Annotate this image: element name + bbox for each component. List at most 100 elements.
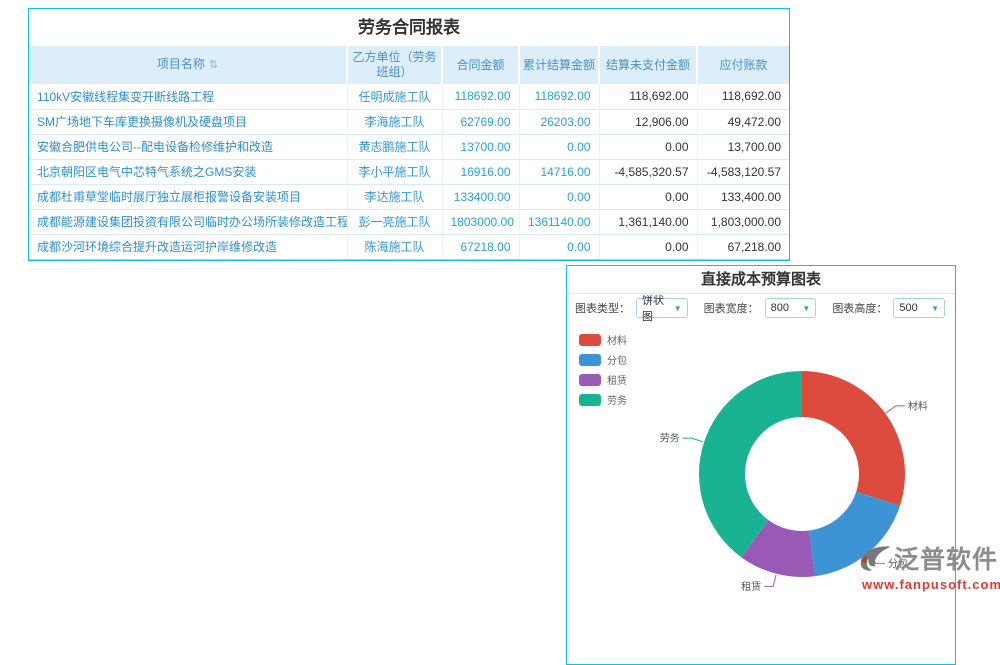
cell-project[interactable]: 安徽合肥供电公司--配电设备检修维护和改造: [29, 134, 347, 159]
chart-panel-title: 直接成本预算图表: [567, 266, 955, 294]
cell-settled: 0.00: [519, 234, 599, 259]
slice-label-劳务: 劳务: [660, 432, 680, 445]
direct-cost-budget-chart-panel: 直接成本预算图表 图表类型： 饼状图 ▼ 图表宽度： 800 ▼ 图表高度： 5…: [566, 265, 956, 665]
column-header-unit: 乙方单位（劳务班组）: [347, 46, 442, 84]
table-row: 成都能源建设集团投资有限公司临时办公场所装修改造工程EPC彭一亮施工队18030…: [29, 209, 789, 234]
label-line: [764, 575, 776, 587]
cell-contract: 1803000.00: [442, 209, 519, 234]
slice-label-材料: 材料: [908, 399, 928, 412]
fanpu-logo-icon: [856, 543, 894, 573]
cell-project[interactable]: 北京朝阳区电气中芯特气系统之GMS安装: [29, 159, 347, 184]
cell-payable: 13,700.00: [697, 134, 789, 159]
report-table: 项目名称 ⇅ 乙方单位（劳务班组） 合同金额 累计结算金额 结算未支付金额 应付账…: [29, 46, 789, 260]
cell-contract: 13700.00: [442, 134, 519, 159]
cell-settled: 0.00: [519, 184, 599, 209]
table-header-row: 项目名称 ⇅ 乙方单位（劳务班组） 合同金额 累计结算金额 结算未支付金额 应付账…: [29, 46, 789, 84]
watermark-url[interactable]: www.fanpusoft.com: [856, 577, 1000, 592]
chart-legend: 材料分包租赁劳务: [579, 332, 627, 412]
table-row: 安徽合肥供电公司--配电设备检修维护和改造黄志鹏施工队13700.000.000…: [29, 134, 789, 159]
cell-contract: 62769.00: [442, 109, 519, 134]
vendor-watermark: 泛普软件 www.fanpusoft.com: [856, 540, 1000, 592]
cell-settled: 0.00: [519, 134, 599, 159]
cell-unit: 李海施工队: [347, 109, 442, 134]
legend-label: 租赁: [607, 372, 627, 387]
cell-unit: 任明成施工队: [347, 84, 442, 109]
label-line: [886, 406, 905, 413]
label-line: [683, 438, 703, 442]
legend-swatch: [579, 354, 601, 366]
cell-payable: 67,218.00: [697, 234, 789, 259]
chart-height-select[interactable]: 500 ▼: [893, 298, 945, 318]
column-header-contract-amount: 合同金额: [442, 46, 519, 84]
cell-unpaid: 0.00: [599, 184, 697, 209]
cell-settled: 118692.00: [519, 84, 599, 109]
table-row: 110kV安徽线程集变开断线路工程任明成施工队118692.00118692.0…: [29, 84, 789, 109]
legend-item-分包[interactable]: 分包: [579, 352, 627, 367]
column-header-project[interactable]: 项目名称 ⇅: [29, 46, 347, 84]
column-header-settled-amount: 累计结算金额: [519, 46, 599, 84]
cell-unit: 彭一亮施工队: [347, 209, 442, 234]
cell-project[interactable]: 成都杜甫草堂临时展厅独立展柜报警设备安装项目: [29, 184, 347, 209]
chart-height-label: 图表高度：: [832, 300, 887, 316]
cell-project[interactable]: 成都能源建设集团投资有限公司临时办公场所装修改造工程EPC: [29, 209, 347, 234]
chart-width-select[interactable]: 800 ▼: [765, 298, 817, 318]
legend-label: 分包: [607, 352, 627, 367]
cell-payable: -4,583,120.57: [697, 159, 789, 184]
cell-payable: 1,803,000.00: [697, 209, 789, 234]
chart-type-select[interactable]: 饼状图 ▼: [636, 298, 688, 318]
cell-project[interactable]: 成都沙河环境综合提升改造运河护岸维修改造: [29, 234, 347, 259]
legend-item-材料[interactable]: 材料: [579, 332, 627, 347]
cell-unpaid: -4,585,320.57: [599, 159, 697, 184]
report-title: 劳务合同报表: [29, 9, 789, 46]
cell-project[interactable]: SM广场地下车库更换摄像机及硬盘项目: [29, 109, 347, 134]
chevron-down-icon: ▼: [931, 304, 939, 313]
pie-slice-材料[interactable]: [802, 371, 905, 506]
column-header-unpaid-amount: 结算未支付金额: [599, 46, 697, 84]
cell-contract: 16916.00: [442, 159, 519, 184]
cell-unpaid: 1,361,140.00: [599, 209, 697, 234]
cell-settled: 14716.00: [519, 159, 599, 184]
cell-unit: 黄志鹏施工队: [347, 134, 442, 159]
chart-type-value: 饼状图: [642, 292, 674, 324]
cell-unit: 陈海施工队: [347, 234, 442, 259]
legend-item-租赁[interactable]: 租赁: [579, 372, 627, 387]
legend-label: 劳务: [607, 392, 627, 407]
cell-settled: 1361140.00: [519, 209, 599, 234]
cell-contract: 118692.00: [442, 84, 519, 109]
legend-swatch: [579, 394, 601, 406]
cell-unit: 李达施工队: [347, 184, 442, 209]
cell-unpaid: 0.00: [599, 134, 697, 159]
cell-payable: 49,472.00: [697, 109, 789, 134]
cell-contract: 67218.00: [442, 234, 519, 259]
chart-width-value: 800: [771, 302, 789, 314]
cell-project[interactable]: 110kV安徽线程集变开断线路工程: [29, 84, 347, 109]
column-header-project-label: 项目名称: [157, 57, 205, 71]
chart-controls: 图表类型： 饼状图 ▼ 图表宽度： 800 ▼ 图表高度： 500 ▼: [567, 294, 955, 322]
cell-settled: 26203.00: [519, 109, 599, 134]
table-row: 成都沙河环境综合提升改造运河护岸维修改造陈海施工队67218.000.000.0…: [29, 234, 789, 259]
table-row: 成都杜甫草堂临时展厅独立展柜报警设备安装项目李达施工队133400.000.00…: [29, 184, 789, 209]
table-row: 北京朝阳区电气中芯特气系统之GMS安装李小平施工队16916.0014716.0…: [29, 159, 789, 184]
cell-contract: 133400.00: [442, 184, 519, 209]
cell-unit: 李小平施工队: [347, 159, 442, 184]
cell-unpaid: 12,906.00: [599, 109, 697, 134]
chevron-down-icon: ▼: [674, 304, 682, 313]
legend-item-劳务[interactable]: 劳务: [579, 392, 627, 407]
labor-contract-report-panel: 劳务合同报表 项目名称 ⇅ 乙方单位（劳务班组） 合同金额 累计结算金额 结算未支…: [28, 8, 790, 261]
cell-payable: 118,692.00: [697, 84, 789, 109]
chart-height-value: 500: [899, 302, 917, 314]
legend-swatch: [579, 334, 601, 346]
legend-swatch: [579, 374, 601, 386]
chart-type-label: 图表类型：: [575, 300, 630, 316]
slice-label-租赁: 租赁: [741, 580, 761, 593]
chevron-down-icon: ▼: [802, 304, 810, 313]
cell-unpaid: 0.00: [599, 234, 697, 259]
cell-unpaid: 118,692.00: [599, 84, 697, 109]
cell-payable: 133,400.00: [697, 184, 789, 209]
chart-width-label: 图表宽度：: [704, 300, 759, 316]
column-header-payable: 应付账款: [697, 46, 789, 84]
sort-icon[interactable]: ⇅: [209, 59, 218, 71]
legend-label: 材料: [607, 332, 627, 347]
watermark-name: 泛普软件: [894, 540, 998, 576]
table-row: SM广场地下车库更换摄像机及硬盘项目李海施工队62769.0026203.001…: [29, 109, 789, 134]
